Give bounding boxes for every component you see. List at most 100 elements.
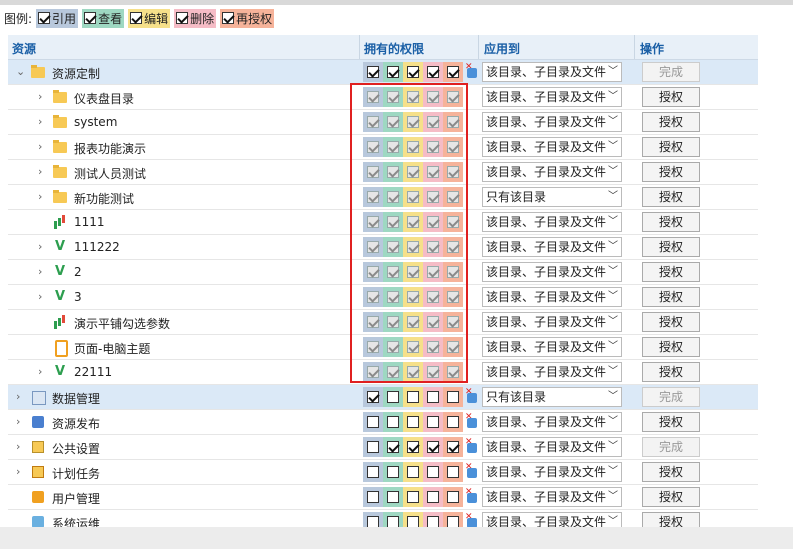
perm-checkbox-regrant[interactable] — [447, 491, 459, 503]
perm-checkbox-regrant[interactable] — [447, 66, 459, 78]
apply-children-icon[interactable]: ✕ — [465, 387, 479, 404]
chevron-right-icon[interactable]: › — [38, 366, 48, 378]
chevron-down-icon[interactable]: ⌄ — [16, 66, 26, 78]
perm-checkbox-reference[interactable] — [367, 416, 379, 428]
perm-checkbox-view[interactable] — [387, 391, 399, 403]
perm-checkbox-reference[interactable] — [367, 391, 379, 403]
apply-children-icon[interactable]: ✕ — [465, 437, 479, 454]
apply-scope-select[interactable]: 该目录、子目录及文件 ﹀ — [482, 112, 622, 132]
chevron-right-icon[interactable]: › — [38, 191, 48, 203]
perm-checkbox-view[interactable] — [387, 441, 399, 453]
apply-scope-select[interactable]: 该目录、子目录及文件 ﹀ — [482, 337, 622, 357]
perm-checkbox-reference[interactable] — [367, 491, 379, 503]
done-button[interactable]: 完成 — [642, 437, 700, 457]
perm-checkbox-view[interactable] — [387, 491, 399, 503]
grant-button[interactable]: 授权 — [642, 462, 700, 482]
grant-button[interactable]: 授权 — [642, 262, 700, 282]
apply-scope-select[interactable]: 只有该目录 ﹀ — [482, 187, 622, 207]
chevron-right-icon[interactable]: › — [38, 266, 48, 278]
perm-checkbox-edit[interactable] — [407, 391, 419, 403]
chevron-right-icon[interactable]: › — [16, 441, 26, 453]
grant-button[interactable]: 授权 — [642, 212, 700, 232]
apply-scope-select[interactable]: 该目录、子目录及文件 ﹀ — [482, 262, 622, 282]
chevron-right-icon[interactable]: › — [38, 141, 48, 153]
grant-button[interactable]: 授权 — [642, 362, 700, 382]
chevron-right-icon[interactable]: › — [16, 391, 26, 403]
apply-scope-select[interactable]: 该目录、子目录及文件 ﹀ — [482, 237, 622, 257]
done-button[interactable]: 完成 — [642, 62, 700, 82]
grant-button[interactable]: 授权 — [642, 412, 700, 432]
chevron-right-icon[interactable]: › — [38, 241, 48, 253]
perm-checkbox-delete[interactable] — [427, 66, 439, 78]
done-button[interactable]: 完成 — [642, 387, 700, 407]
perm-checkbox-delete[interactable] — [427, 441, 439, 453]
perm-checkbox-view[interactable] — [387, 416, 399, 428]
chevron-right-icon[interactable]: › — [38, 166, 48, 178]
tree-row[interactable]: ⌄ 资源定制 ✕ 该目录、子目录及文件 ﹀ 完成 — [8, 60, 758, 85]
resource-label: 数据管理 — [52, 392, 101, 406]
tree-row[interactable]: › 计划任务 ✕ 该目录、子目录及文件 ﹀ 授权 — [8, 460, 758, 485]
apply-scope-select[interactable]: 该目录、子目录及文件 ﹀ — [482, 362, 622, 382]
chevron-right-icon[interactable]: › — [16, 466, 26, 478]
apply-scope-select[interactable]: 该目录、子目录及文件 ﹀ — [482, 312, 622, 332]
perm-checkbox-reference[interactable] — [367, 441, 379, 453]
chevron-right-icon[interactable]: › — [38, 116, 48, 128]
perm-checkbox-delete[interactable] — [427, 491, 439, 503]
apply-scope-value: 该目录、子目录及文件 — [486, 290, 607, 304]
apply-scope-select[interactable]: 该目录、子目录及文件 ﹀ — [482, 287, 622, 307]
tree-row[interactable]: 用户管理 ✕ 该目录、子目录及文件 ﹀ 授权 — [8, 485, 758, 510]
apply-children-icon[interactable]: ✕ — [465, 487, 479, 504]
grant-button[interactable]: 授权 — [642, 162, 700, 182]
apply-scope-select[interactable]: 该目录、子目录及文件 ﹀ — [482, 137, 622, 157]
apply-scope-select[interactable]: 该目录、子目录及文件 ﹀ — [482, 487, 622, 507]
top-bar — [0, 0, 793, 5]
apply-scope-select[interactable]: 该目录、子目录及文件 ﹀ — [482, 62, 622, 82]
apply-children-icon[interactable]: ✕ — [465, 412, 479, 429]
perm-cell-view — [383, 62, 403, 82]
apply-scope-select[interactable]: 只有该目录 ﹀ — [482, 387, 622, 407]
perm-checkbox-view[interactable] — [387, 66, 399, 78]
perm-checkbox-regrant[interactable] — [447, 466, 459, 478]
apply-scope-select[interactable]: 该目录、子目录及文件 ﹀ — [482, 212, 622, 232]
perm-checkbox-reference[interactable] — [367, 66, 379, 78]
grant-button[interactable]: 授权 — [642, 187, 700, 207]
resource-label: 仪表盘目录 — [74, 92, 135, 106]
perm-checkbox-regrant[interactable] — [447, 391, 459, 403]
perm-checkbox-delete[interactable] — [427, 466, 439, 478]
apply-scope-select[interactable]: 该目录、子目录及文件 ﹀ — [482, 437, 622, 457]
apply-scope-select[interactable]: 该目录、子目录及文件 ﹀ — [482, 87, 622, 107]
tree-row[interactable]: › 数据管理 ✕ 只有该目录 ﹀ 完成 — [8, 385, 758, 410]
apply-scope-select[interactable]: 该目录、子目录及文件 ﹀ — [482, 462, 622, 482]
grant-button[interactable]: 授权 — [642, 87, 700, 107]
perm-checkbox-edit[interactable] — [407, 66, 419, 78]
perm-cell-view — [383, 412, 403, 432]
perm-checkbox-regrant[interactable] — [447, 441, 459, 453]
apply-children-icon[interactable]: ✕ — [465, 62, 479, 79]
grant-button[interactable]: 授权 — [642, 487, 700, 507]
grant-button[interactable]: 授权 — [642, 312, 700, 332]
tree-row[interactable]: › 公共设置 ✕ 该目录、子目录及文件 ﹀ 完成 — [8, 435, 758, 460]
perm-checkbox-view[interactable] — [387, 466, 399, 478]
perm-checkbox-reference[interactable] — [367, 466, 379, 478]
grant-button[interactable]: 授权 — [642, 287, 700, 307]
perm-checkbox-regrant[interactable] — [447, 416, 459, 428]
perm-checkbox-delete[interactable] — [427, 391, 439, 403]
perm-checkbox-edit[interactable] — [407, 466, 419, 478]
perm-checkbox-edit[interactable] — [407, 491, 419, 503]
grant-button[interactable]: 授权 — [642, 112, 700, 132]
grant-button[interactable]: 授权 — [642, 137, 700, 157]
chevron-right-icon[interactable]: › — [38, 91, 48, 103]
grant-button[interactable]: 授权 — [642, 237, 700, 257]
apply-children-icon[interactable]: ✕ — [465, 462, 479, 479]
tree-row[interactable]: › 资源发布 ✕ 该目录、子目录及文件 ﹀ 授权 — [8, 410, 758, 435]
apply-scope-select[interactable]: 该目录、子目录及文件 ﹀ — [482, 412, 622, 432]
chevron-right-icon[interactable]: › — [16, 416, 26, 428]
grant-button[interactable]: 授权 — [642, 337, 700, 357]
perm-cell-regrant — [443, 387, 463, 407]
chevron-right-icon[interactable]: › — [38, 291, 48, 303]
perm-checkbox-delete[interactable] — [427, 416, 439, 428]
apply-scope-select[interactable]: 该目录、子目录及文件 ﹀ — [482, 162, 622, 182]
apply-scope-value: 该目录、子目录及文件 — [486, 90, 607, 104]
perm-checkbox-edit[interactable] — [407, 416, 419, 428]
perm-checkbox-edit[interactable] — [407, 441, 419, 453]
